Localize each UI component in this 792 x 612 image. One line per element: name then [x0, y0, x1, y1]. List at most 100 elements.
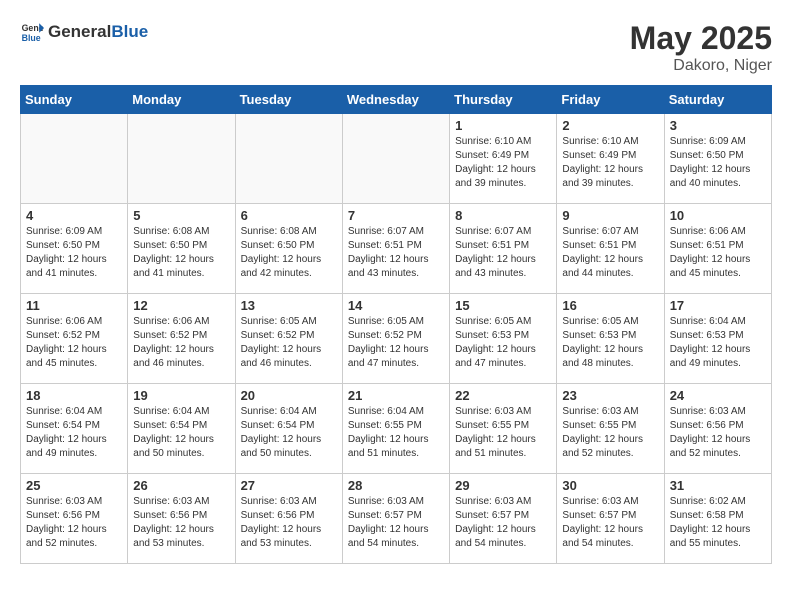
day-number: 17: [670, 298, 766, 313]
calendar-cell: [128, 114, 235, 204]
calendar-table: SundayMondayTuesdayWednesdayThursdayFrid…: [20, 85, 772, 564]
day-info: Sunrise: 6:07 AM Sunset: 6:51 PM Dayligh…: [562, 225, 658, 281]
weekday-header-thursday: Thursday: [450, 86, 557, 114]
day-info: Sunrise: 6:07 AM Sunset: 6:51 PM Dayligh…: [455, 225, 551, 281]
day-number: 11: [26, 298, 122, 313]
calendar-cell: 15Sunrise: 6:05 AM Sunset: 6:53 PM Dayli…: [450, 294, 557, 384]
day-number: 22: [455, 388, 551, 403]
calendar-cell: 13Sunrise: 6:05 AM Sunset: 6:52 PM Dayli…: [235, 294, 342, 384]
day-info: Sunrise: 6:04 AM Sunset: 6:55 PM Dayligh…: [348, 405, 444, 461]
day-number: 25: [26, 478, 122, 493]
title-block: May 2025 Dakoro, Niger: [630, 20, 772, 75]
calendar-cell: 16 Sunrise: 6:05 AM Sunset: 6:53 PM Dayli…: [557, 294, 664, 384]
day-number: 19: [133, 388, 229, 403]
day-info: Sunrise: 6:03 AM Sunset: 6:55 PM Dayligh…: [455, 405, 551, 461]
day-info: Sunrise: 6:03 AM Sunset: 6:57 PM Dayligh…: [455, 495, 551, 551]
day-number: 4: [26, 208, 122, 223]
day-info: Sunrise: 6:10 AM Sunset: 6:49 PM Dayligh…: [562, 135, 658, 191]
calendar-cell: 23 Sunrise: 6:03 AM Sunset: 6:55 PM Dayli…: [557, 384, 664, 474]
calendar-cell: 1 Sunrise: 6:10 AM Sunset: 6:49 PM Daylig…: [450, 114, 557, 204]
logo-blue: Blue: [111, 23, 148, 42]
day-number: 31: [670, 478, 766, 493]
day-number: 18: [26, 388, 122, 403]
calendar-cell: 31Sunrise: 6:02 AM Sunset: 6:58 PM Dayli…: [664, 474, 771, 564]
day-number: 5: [133, 208, 229, 223]
day-info: Sunrise: 6:03 AM Sunset: 6:56 PM Dayligh…: [241, 495, 337, 551]
logo: General Blue General Blue: [20, 20, 148, 44]
calendar-cell: 17 Sunrise: 6:04 AM Sunset: 6:53 PM Dayli…: [664, 294, 771, 384]
calendar-cell: 27 Sunrise: 6:03 AM Sunset: 6:56 PM Dayli…: [235, 474, 342, 564]
week-row-4: 18 Sunrise: 6:04 AM Sunset: 6:54 PM Dayli…: [21, 384, 772, 474]
day-number: 24: [670, 388, 766, 403]
calendar-cell: 4 Sunrise: 6:09 AM Sunset: 6:50 PM Daylig…: [21, 204, 128, 294]
day-number: 12: [133, 298, 229, 313]
weekday-header-saturday: Saturday: [664, 86, 771, 114]
day-info: Sunrise: 6:09 AM Sunset: 6:50 PM Dayligh…: [670, 135, 766, 191]
calendar-cell: 9 Sunrise: 6:07 AM Sunset: 6:51 PM Daylig…: [557, 204, 664, 294]
day-number: 23: [562, 388, 658, 403]
day-info: Sunrise: 6:08 AM Sunset: 6:50 PM Dayligh…: [241, 225, 337, 281]
calendar-cell: 11Sunrise: 6:06 AM Sunset: 6:52 PM Dayli…: [21, 294, 128, 384]
day-info: Sunrise: 6:06 AM Sunset: 6:52 PM Dayligh…: [133, 315, 229, 371]
logo-general: General: [48, 23, 111, 42]
calendar-cell: 12 Sunrise: 6:06 AM Sunset: 6:52 PM Dayli…: [128, 294, 235, 384]
weekday-header-wednesday: Wednesday: [342, 86, 449, 114]
day-number: 16: [562, 298, 658, 313]
calendar-cell: 19 Sunrise: 6:04 AM Sunset: 6:54 PM Dayli…: [128, 384, 235, 474]
day-info: Sunrise: 6:09 AM Sunset: 6:50 PM Dayligh…: [26, 225, 122, 281]
page-header: General Blue General Blue May 2025 Dakor…: [20, 20, 772, 75]
day-info: Sunrise: 6:04 AM Sunset: 6:54 PM Dayligh…: [241, 405, 337, 461]
calendar-cell: [21, 114, 128, 204]
day-number: 26: [133, 478, 229, 493]
day-info: Sunrise: 6:04 AM Sunset: 6:54 PM Dayligh…: [26, 405, 122, 461]
day-number: 14: [348, 298, 444, 313]
calendar-cell: 24Sunrise: 6:03 AM Sunset: 6:56 PM Dayli…: [664, 384, 771, 474]
day-info: Sunrise: 6:05 AM Sunset: 6:52 PM Dayligh…: [348, 315, 444, 371]
calendar-cell: 3 Sunrise: 6:09 AM Sunset: 6:50 PM Daylig…: [664, 114, 771, 204]
day-info: Sunrise: 6:03 AM Sunset: 6:55 PM Dayligh…: [562, 405, 658, 461]
day-number: 8: [455, 208, 551, 223]
day-number: 29: [455, 478, 551, 493]
logo-icon: General Blue: [20, 20, 44, 44]
day-info: Sunrise: 6:03 AM Sunset: 6:57 PM Dayligh…: [348, 495, 444, 551]
weekday-header-monday: Monday: [128, 86, 235, 114]
calendar-cell: 30Sunrise: 6:03 AM Sunset: 6:57 PM Dayli…: [557, 474, 664, 564]
calendar-cell: 6 Sunrise: 6:08 AM Sunset: 6:50 PM Daylig…: [235, 204, 342, 294]
day-info: Sunrise: 6:05 AM Sunset: 6:53 PM Dayligh…: [455, 315, 551, 371]
day-info: Sunrise: 6:07 AM Sunset: 6:51 PM Dayligh…: [348, 225, 444, 281]
calendar-cell: 25 Sunrise: 6:03 AM Sunset: 6:56 PM Dayli…: [21, 474, 128, 564]
week-row-1: 1 Sunrise: 6:10 AM Sunset: 6:49 PM Daylig…: [21, 114, 772, 204]
weekday-header-tuesday: Tuesday: [235, 86, 342, 114]
day-number: 27: [241, 478, 337, 493]
day-number: 3: [670, 118, 766, 133]
day-info: Sunrise: 6:08 AM Sunset: 6:50 PM Dayligh…: [133, 225, 229, 281]
day-number: 30: [562, 478, 658, 493]
calendar-title: May 2025: [630, 20, 772, 57]
day-info: Sunrise: 6:06 AM Sunset: 6:51 PM Dayligh…: [670, 225, 766, 281]
day-number: 20: [241, 388, 337, 403]
day-info: Sunrise: 6:05 AM Sunset: 6:53 PM Dayligh…: [562, 315, 658, 371]
day-number: 6: [241, 208, 337, 223]
day-info: Sunrise: 6:03 AM Sunset: 6:56 PM Dayligh…: [26, 495, 122, 551]
calendar-cell: [342, 114, 449, 204]
day-number: 1: [455, 118, 551, 133]
week-row-2: 4 Sunrise: 6:09 AM Sunset: 6:50 PM Daylig…: [21, 204, 772, 294]
weekday-header-sunday: Sunday: [21, 86, 128, 114]
calendar-cell: 7Sunrise: 6:07 AM Sunset: 6:51 PM Daylig…: [342, 204, 449, 294]
calendar-cell: 21Sunrise: 6:04 AM Sunset: 6:55 PM Dayli…: [342, 384, 449, 474]
calendar-cell: 2Sunrise: 6:10 AM Sunset: 6:49 PM Daylig…: [557, 114, 664, 204]
calendar-cell: 18 Sunrise: 6:04 AM Sunset: 6:54 PM Dayli…: [21, 384, 128, 474]
day-info: Sunrise: 6:04 AM Sunset: 6:53 PM Dayligh…: [670, 315, 766, 371]
day-number: 9: [562, 208, 658, 223]
week-row-3: 11 Sunrise: 6:06 AM Sunset: 6:52 PM Dayli…: [21, 294, 772, 384]
calendar-cell: 29 Sunrise: 6:03 AM Sunset: 6:57 PM Dayli…: [450, 474, 557, 564]
day-info: Sunrise: 6:03 AM Sunset: 6:56 PM Dayligh…: [133, 495, 229, 551]
day-number: 28: [348, 478, 444, 493]
svg-text:Blue: Blue: [22, 33, 41, 43]
calendar-cell: 14 Sunrise: 6:05 AM Sunset: 6:52 PM Dayli…: [342, 294, 449, 384]
calendar-cell: 5 Sunrise: 6:08 AM Sunset: 6:50 PM Daylig…: [128, 204, 235, 294]
day-info: Sunrise: 6:04 AM Sunset: 6:54 PM Dayligh…: [133, 405, 229, 461]
calendar-location: Dakoro, Niger: [630, 57, 772, 75]
week-row-5: 25 Sunrise: 6:03 AM Sunset: 6:56 PM Dayli…: [21, 474, 772, 564]
day-info: Sunrise: 6:10 AM Sunset: 6:49 PM Dayligh…: [455, 135, 551, 191]
